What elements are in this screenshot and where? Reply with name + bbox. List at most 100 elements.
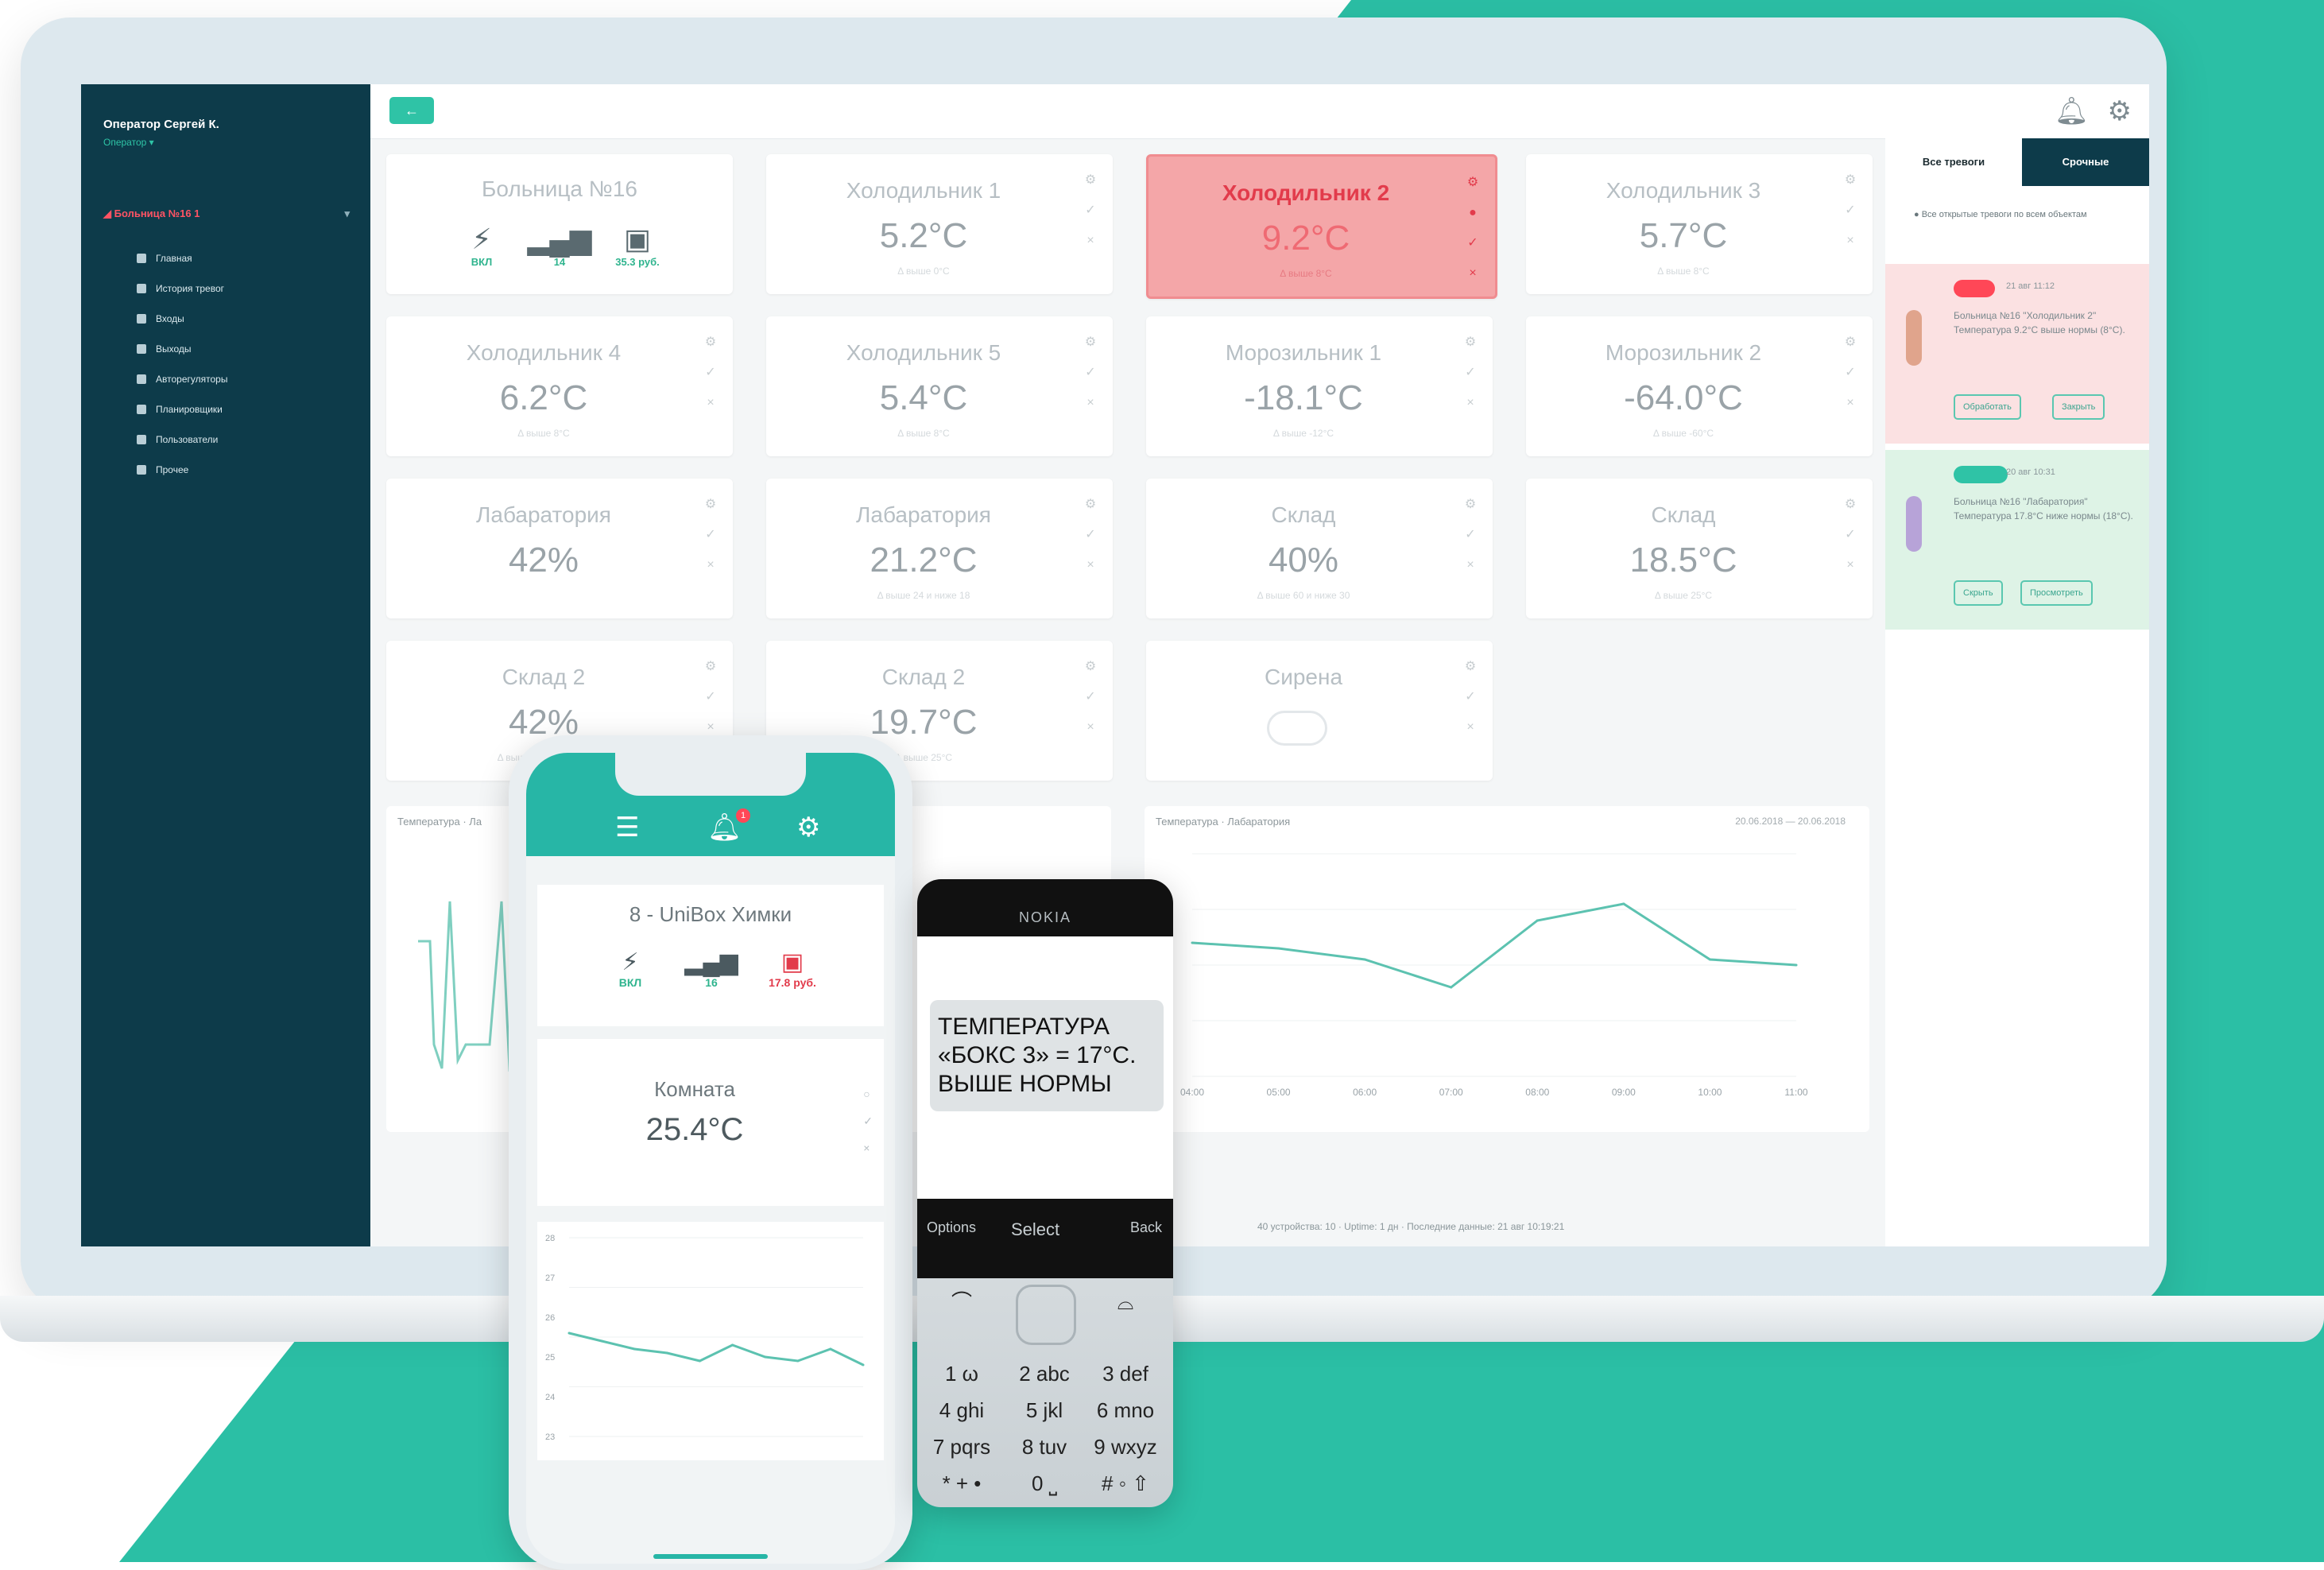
settings-icon[interactable]: ⚙ [1842, 490, 1858, 520]
card-actions[interactable]: ⚙ ✓ × [1842, 165, 1858, 256]
key-hash[interactable]: # ◦ ⇧ [1086, 1466, 1165, 1501]
settings-icon[interactable]: ⚙ [703, 490, 719, 520]
alert-item[interactable]: 20 авг 10:31 Больница №16 "Лабаратория" … [1885, 450, 2149, 630]
close-icon[interactable]: × [703, 388, 719, 418]
chart-icon[interactable]: ✓ [703, 358, 719, 388]
close-icon[interactable]: × [1083, 388, 1098, 418]
card-siren[interactable]: Сирена ⚙ ✓ × [1146, 641, 1493, 781]
menu-icon[interactable]: ☰ [615, 812, 639, 843]
tab-urgent[interactable]: Срочные [2022, 138, 2149, 186]
nav-item-home[interactable]: Главная [137, 243, 227, 273]
gear-icon[interactable]: ⚙ [796, 812, 820, 843]
operator-role-menu[interactable]: Оператор ▾ [103, 137, 154, 148]
chart-icon[interactable]: ✓ [1083, 196, 1098, 226]
device-card[interactable]: 8 - UniBox Химки ⚡︎ ВКЛ ▂▄▆ 16 ▣ 17.8 руб. [537, 885, 884, 1026]
settings-icon[interactable]: ○ [863, 1080, 873, 1107]
settings-icon[interactable]: ⚙ [703, 652, 719, 682]
card-sensor[interactable]: Лабаратория 42% ⚙ ✓ × [386, 479, 733, 618]
settings-icon[interactable]: ⚙ [1083, 652, 1098, 682]
hide-button[interactable]: Скрыть [1954, 580, 2003, 606]
key-7[interactable]: 7 pqrs [922, 1429, 1001, 1464]
nav-item-autoregulators[interactable]: Авторегуляторы [137, 364, 227, 394]
chart-icon[interactable]: ✓ [1462, 520, 1478, 550]
call-key[interactable]: ⌒ [922, 1285, 1001, 1320]
card-sensor[interactable]: Холодильник 3 5.7°C Δ выше 8°C ⚙ ✓ × [1526, 154, 1873, 294]
close-icon[interactable]: × [863, 1134, 873, 1161]
chart-icon[interactable]: ✓ [703, 520, 719, 550]
chart-icon[interactable]: ✓ [703, 682, 719, 712]
card-actions[interactable]: ⚙ ✓ × [1083, 652, 1098, 742]
settings-icon[interactable]: ⚙ [1083, 328, 1098, 358]
nav-item-outputs[interactable]: Выходы [137, 334, 227, 364]
card-actions[interactable]: ⚙ ✓ × [1842, 490, 1858, 580]
end-key[interactable]: ⌓ [1086, 1285, 1165, 1320]
card-sensor[interactable]: Холодильник 1 5.2°C Δ выше 0°C ⚙ ✓ × [766, 154, 1113, 294]
close-icon[interactable]: × [1842, 388, 1858, 418]
options-key[interactable]: Options [927, 1219, 976, 1236]
process-button[interactable]: Обработать [1954, 394, 2021, 420]
card-actions[interactable]: ⚙ ✓ × [1083, 328, 1098, 418]
key-9[interactable]: 9 wxyz [1086, 1429, 1165, 1464]
nav-item-schedulers[interactable]: Планировщики [137, 394, 227, 424]
settings-icon[interactable]: ⚙ [1083, 490, 1098, 520]
chart-icon[interactable]: ✓ [863, 1107, 873, 1134]
alert-item[interactable]: 21 авг 11:12 Больница №16 "Холодильник 2… [1885, 264, 2149, 444]
close-icon[interactable]: × [1465, 258, 1481, 289]
chart-date-range[interactable]: 20.06.2018 — 20.06.2018 [1735, 816, 1846, 827]
chart-icon[interactable]: ✓ [1462, 682, 1478, 712]
room-card[interactable]: Комната 25.4°C ○ ✓ × [537, 1039, 884, 1206]
close-icon[interactable]: × [1083, 550, 1098, 580]
settings-icon[interactable]: ⚙ [1462, 490, 1478, 520]
alarm-icon[interactable]: ● [1465, 198, 1481, 228]
settings-icon[interactable]: ⚙ [1462, 328, 1478, 358]
card-actions[interactable]: ⚙ ✓ × [1083, 490, 1098, 580]
card-actions[interactable]: ⚙ ✓ × [703, 652, 719, 742]
siren-toggle[interactable] [1267, 711, 1327, 746]
key-8[interactable]: 8 tuv [1005, 1429, 1084, 1464]
card-sensor[interactable]: Морозильник 2 -64.0°C Δ выше -60°C ⚙ ✓ × [1526, 316, 1873, 456]
card-actions[interactable]: ⚙ ✓ × [1462, 490, 1478, 580]
chart-icon[interactable]: ✓ [1842, 196, 1858, 226]
chart-icon[interactable]: ✓ [1842, 520, 1858, 550]
card-actions[interactable]: ○ ✓ × [863, 1080, 873, 1161]
view-button[interactable]: Просмотреть [2020, 580, 2093, 606]
close-icon[interactable]: × [1083, 712, 1098, 742]
nav-item-users[interactable]: Пользователи [137, 424, 227, 455]
key-5[interactable]: 5 jkl [1005, 1393, 1084, 1428]
card-actions[interactable]: ⚙ ✓ × [1842, 328, 1858, 418]
nav-key[interactable] [1016, 1285, 1076, 1345]
nav-item-other[interactable]: Прочее [137, 455, 227, 485]
card-sensor[interactable]: Холодильник 5 5.4°C Δ выше 8°C ⚙ ✓ × [766, 316, 1113, 456]
card-actions[interactable]: ⚙ ✓ × [703, 328, 719, 418]
card-sensor[interactable]: Лабаратория 21.2°C Δ выше 24 и ниже 18 ⚙ ✓ × [766, 479, 1113, 618]
chart-icon[interactable]: ✓ [1465, 228, 1481, 258]
chart-icon[interactable]: ✓ [1083, 520, 1098, 550]
settings-icon[interactable]: ⚙ [1083, 165, 1098, 196]
back-key[interactable]: Back [1130, 1219, 1162, 1236]
key-2[interactable]: 2 abc [1005, 1356, 1084, 1391]
card-sensor-alarm[interactable]: Холодильник 2 9.2°C Δ выше 8°C ⚙ ● ✓ × [1146, 154, 1497, 299]
key-3[interactable]: 3 def [1086, 1356, 1165, 1391]
close-icon[interactable]: × [1842, 550, 1858, 580]
close-icon[interactable]: × [703, 550, 719, 580]
key-6[interactable]: 6 mno [1086, 1393, 1165, 1428]
close-button[interactable]: Закрыть [2052, 394, 2105, 420]
card-sensor[interactable]: Холодильник 4 6.2°C Δ выше 8°C ⚙ ✓ × [386, 316, 733, 456]
gear-icon[interactable]: ⚙ [2108, 95, 2132, 127]
tab-all-alarms[interactable]: Все тревоги [1885, 138, 2022, 186]
key-star[interactable]: * + • [922, 1466, 1001, 1501]
close-icon[interactable]: × [1462, 712, 1478, 742]
close-icon[interactable]: × [1842, 226, 1858, 256]
settings-icon[interactable]: ⚙ [1842, 328, 1858, 358]
card-actions[interactable]: ⚙ ● ✓ × [1465, 168, 1481, 289]
bell-icon[interactable]: 🔔︎ [2055, 95, 2089, 127]
card-sensor[interactable]: Морозильник 1 -18.1°C Δ выше -12°C ⚙ ✓ × [1146, 316, 1493, 456]
close-icon[interactable]: × [1462, 388, 1478, 418]
chart-icon[interactable]: ✓ [1083, 682, 1098, 712]
nav-item-inputs[interactable]: Входы [137, 304, 227, 334]
chart-icon[interactable]: ✓ [1462, 358, 1478, 388]
card-hospital[interactable]: Больница №16 ⚡︎ ВКЛ ▂▄▆ 14 ▣ 35.3 руб. [386, 154, 733, 294]
card-actions[interactable]: ⚙ ✓ × [1462, 328, 1478, 418]
chart-icon[interactable]: ✓ [1842, 358, 1858, 388]
card-actions[interactable]: ⚙ ✓ × [1462, 652, 1478, 742]
